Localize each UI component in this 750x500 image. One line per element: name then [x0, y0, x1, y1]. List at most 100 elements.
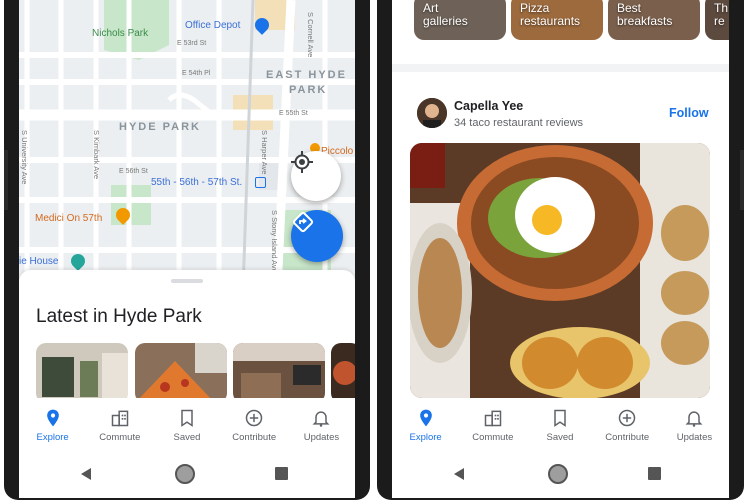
map-label-house: ie House — [19, 256, 59, 267]
nav-contribute[interactable]: Contribute — [221, 398, 288, 450]
post-photo[interactable] — [410, 143, 710, 398]
category-card-art-galleries[interactable]: Art galleries — [414, 0, 506, 40]
map-label-nichols-park: Nichols Park — [92, 28, 149, 39]
category-row: Art galleries Pizza restaurants Best breakf… — [392, 0, 729, 46]
recents-icon[interactable] — [648, 467, 661, 480]
map-label-s-kimbark: S Kimbark Ave — [92, 130, 101, 180]
add-circle-icon — [618, 409, 636, 427]
place-thumbnail[interactable] — [233, 343, 325, 403]
location-pin-icon — [46, 409, 59, 427]
sheet-title: Latest in Hyde Park — [36, 306, 202, 327]
directions-button[interactable] — [291, 210, 343, 262]
nav-label: Explore — [36, 432, 69, 443]
user-name[interactable]: Capella Yee — [454, 99, 523, 113]
left-screen: Nichols Park Office Depot E 54th Pl E 55… — [19, 0, 355, 498]
nav-saved[interactable]: Saved — [153, 398, 220, 450]
nav-label: Contribute — [605, 432, 650, 443]
restaurant-photo — [233, 343, 325, 403]
pizza-photo — [135, 343, 227, 403]
map-label-station: 55th - 56th - 57th St. — [151, 177, 243, 188]
commute-buildings-icon — [484, 410, 502, 427]
phone-side-button — [4, 150, 8, 210]
category-label-line2: re — [714, 14, 725, 28]
nav-commute[interactable]: Commute — [459, 398, 526, 450]
category-card-partial[interactable]: Th re — [705, 0, 729, 40]
back-icon[interactable] — [81, 468, 91, 480]
bell-icon — [685, 411, 703, 427]
place-thumbnail[interactable] — [331, 343, 355, 403]
right-screen: Art galleries Pizza restaurants Best breakf… — [392, 0, 729, 498]
back-icon[interactable] — [454, 468, 464, 480]
nav-label: Updates — [303, 432, 340, 443]
nav-explore[interactable]: Explore — [392, 398, 459, 450]
category-label-line1: Best — [617, 1, 642, 15]
add-circle-icon — [245, 409, 263, 427]
recents-icon[interactable] — [275, 467, 288, 480]
nav-commute[interactable]: Commute — [86, 398, 153, 450]
map-label-s-stony: S Stony Island Ave — [270, 210, 279, 273]
directions-icon — [292, 211, 314, 233]
map-label-e55th: E 55th St — [279, 110, 308, 117]
gallery-photo — [36, 343, 128, 403]
nav-contribute[interactable]: Contribute — [594, 398, 661, 450]
place-thumbnail[interactable] — [135, 343, 227, 403]
category-label-line2: restaurants — [520, 14, 581, 28]
nav-label: Commute — [99, 432, 141, 443]
phone-side-button — [740, 150, 744, 210]
food-photo — [331, 343, 355, 403]
my-location-icon — [291, 151, 313, 173]
train-station-icon[interactable] — [255, 177, 266, 188]
category-label-line1: Art — [423, 1, 439, 15]
nav-label: Commute — [472, 432, 514, 443]
map-label-e53rd: E 53rd St — [177, 40, 207, 47]
nav-label: Saved — [546, 432, 574, 443]
category-label: Art galleries — [423, 2, 468, 28]
map-label-e54th: E 54th Pl — [182, 70, 211, 77]
category-label: Th re — [714, 2, 728, 28]
user-review-count: 34 taco restaurant reviews — [454, 117, 584, 129]
nav-label: Explore — [409, 432, 442, 443]
map-label-east-hyde-park-1: EAST HYDE — [266, 69, 347, 81]
section-divider — [392, 64, 729, 72]
location-pin-icon — [419, 409, 432, 427]
my-location-button[interactable] — [291, 151, 341, 201]
map-label-s-harper: S Harper Ave — [260, 130, 269, 175]
place-thumbnail[interactable] — [36, 343, 128, 403]
commute-buildings-icon — [111, 410, 129, 427]
avatar[interactable] — [417, 98, 447, 128]
category-card-breakfasts[interactable]: Best breakfasts — [608, 0, 700, 40]
category-card-pizza[interactable]: Pizza restaurants — [511, 0, 603, 40]
bottom-nav: Explore Commute Saved Contribute Updates — [392, 398, 728, 450]
follow-button[interactable]: Follow — [669, 106, 709, 120]
home-icon[interactable] — [548, 464, 568, 484]
bell-icon — [312, 411, 330, 427]
right-phone: Art galleries Pizza restaurants Best breakf… — [377, 0, 744, 500]
map-label-e56th: E 56th St — [119, 168, 148, 175]
system-nav-bar — [19, 450, 355, 498]
bookmark-icon — [554, 409, 566, 427]
bottom-sheet[interactable]: Latest in Hyde Park — [19, 270, 355, 410]
nav-updates[interactable]: Updates — [661, 398, 728, 450]
nav-updates[interactable]: Updates — [288, 398, 355, 450]
home-icon[interactable] — [175, 464, 195, 484]
nav-explore[interactable]: Explore — [19, 398, 86, 450]
category-label-line2: breakfasts — [617, 14, 673, 28]
avatar-photo — [417, 98, 447, 128]
map-view[interactable]: Nichols Park Office Depot E 54th Pl E 55… — [19, 0, 355, 290]
stage: Nichols Park Office Depot E 54th Pl E 55… — [0, 0, 750, 500]
category-label-line1: Th — [714, 1, 729, 15]
category-label-line1: Pizza — [520, 1, 550, 15]
map-label-east-hyde-park-2: PARK — [289, 84, 328, 96]
category-label: Best breakfasts — [617, 2, 672, 28]
bottom-nav: Explore Commute Saved Contribute Updates — [19, 398, 355, 450]
map-label-s-university: S University Ave — [20, 130, 29, 185]
map-label-medici: Medici On 57th — [35, 213, 103, 224]
left-phone: Nichols Park Office Depot E 54th Pl E 55… — [4, 0, 370, 500]
nav-label: Updates — [676, 432, 713, 443]
nav-saved[interactable]: Saved — [526, 398, 593, 450]
nav-label: Contribute — [232, 432, 277, 443]
map-label-office-depot: Office Depot — [185, 20, 241, 31]
map-label-s-cornell: S Cornell Ave — [306, 12, 315, 58]
category-label: Pizza restaurants — [520, 2, 580, 28]
sheet-drag-handle[interactable] — [171, 279, 203, 283]
